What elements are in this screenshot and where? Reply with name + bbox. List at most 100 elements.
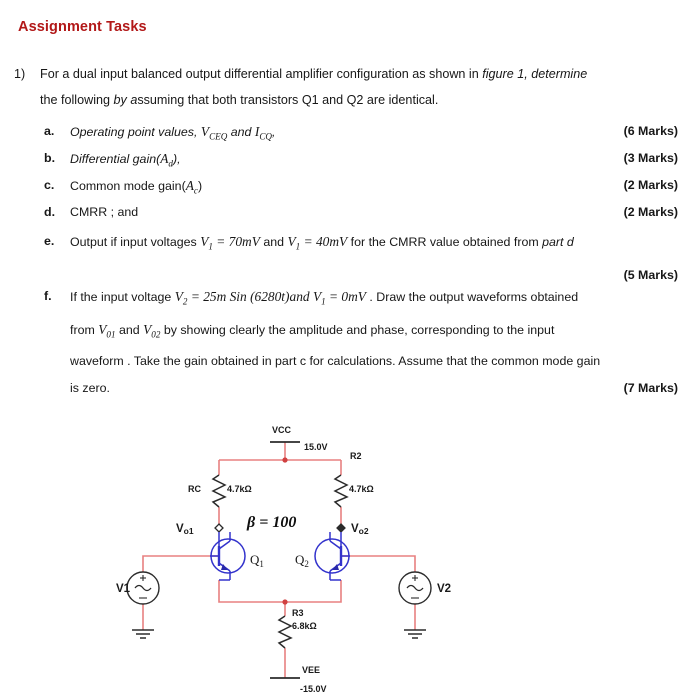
item-c-suffix: ) [197,179,203,193]
item-a-letter: a. [44,124,55,138]
item-e-partd-ref: part d [542,235,574,249]
item-a-i-subscript: CQ [259,131,272,142]
list-item-d: d. CMRR ; and (2 Marks) [44,199,686,226]
item-f-l2a: from [70,322,99,337]
label-vee-value: -15.0V [300,684,327,694]
item-f-l2b: and [115,322,144,337]
item-a-prefix: Operating point values, [70,125,201,139]
circuit-diagram-figure-1: VCC 15.0V -15.0V VEE RC 4.7kΩ R2 4.7kΩ R… [110,420,590,700]
label-beta: β = 100 [246,514,296,531]
junction-dot-vcc [282,457,288,463]
item-f-v2-symbol: V [174,289,183,304]
list-item-c: c. Common mode gain(Ac) (2 Marks) [44,172,686,199]
item-e-t1: Output if input voltages [70,235,201,249]
wire-q2-emitter-to-tail [285,580,342,603]
item-a-v-subscript: CEQ [209,131,228,142]
item-e-t3: for the CMRR value obtained from [347,235,543,249]
item-d-marks: (2 Marks) [623,205,678,219]
label-q2-subscript: 2 [304,559,309,569]
label-rc-name: RC [188,484,201,494]
label-v1: V1 [116,583,131,595]
item-f-v01-subscript: 01 [106,329,116,340]
list-item-b: b. Differential gain(Ad), (3 Marks) [44,145,686,172]
question-1-line-1: 1) For a dual input balanced output diff… [14,61,686,87]
label-rc-value: 4.7kΩ [227,484,252,494]
item-e-letter: e. [44,234,55,248]
label-r2-name: R2 [350,451,362,461]
item-f-marks: (7 Marks) [623,381,678,396]
resistor-rc [211,474,227,508]
wire-v1-to-q1-base [142,555,219,572]
item-f-v01: V01 [98,322,116,340]
item-f-l2c: by showing clearly the amplitude and pha… [160,322,555,337]
item-e-row: e. Output if input voltages V1 = 70mV an… [44,228,686,261]
item-a-v-symbol: V [200,124,210,139]
question-number: 1) [14,67,26,81]
resistor-r2 [333,474,349,508]
ground-symbol-v2 [404,629,426,639]
item-f-l4: is zero. [70,381,110,396]
label-vo1: Vo1 [176,523,194,536]
label-q1-subscript: 1 [259,559,264,569]
list-item-a: a. Operating point values, VCEQ and ICQ,… [44,118,686,145]
sub-items-list: a. Operating point values, VCEQ and ICQ,… [44,118,686,226]
question-1-block: 1) For a dual input balanced output diff… [14,61,686,113]
label-vo2: Vo2 [351,523,369,536]
item-a-mid: and [227,125,255,139]
terminal-vo2 [336,523,346,533]
label-r3-value: 6.8kΩ [292,621,317,631]
item-d-text: CMRR ; and [70,205,139,219]
item-f-line-2: from V01 and V02 by showing clearly the … [70,316,686,349]
item-f-v1: V1 [313,289,326,307]
label-vcc: VCC [272,425,292,435]
label-vo2-subscript: o2 [359,526,369,536]
item-e-text: Output if input voltages V1 = 70mV and V… [70,228,686,261]
q1-line2-part-c: ssuming that both transistors Q1 and Q2 … [137,93,439,107]
item-e-v1: V1 [200,234,213,252]
q1-figure-ref: figure 1, determine [482,67,588,81]
item-f-l1a: If the input voltage [70,290,175,304]
question-1-text-line-2: the following by assuming that both tran… [40,87,686,113]
item-b-ad: Ad [160,151,173,169]
resistor-r3 [277,615,293,649]
list-item-f: f. If the input voltage V2 = 25m Sin (62… [44,283,686,402]
item-c-letter: c. [44,178,55,192]
q1-text-part-a: For a dual input balanced output differe… [40,67,483,81]
item-f-v02: V02 [143,322,160,340]
item-f-and: and [289,289,313,304]
item-d-letter: d. [44,205,56,219]
ground-symbol-v1 [132,629,154,639]
item-a-suffix: , [271,125,276,139]
item-f-v2: V2 [174,289,188,307]
item-f-body: If the input voltage V2 = 25m Sin (6280t… [70,283,686,402]
item-e-v2-symbol: V [287,234,296,249]
assignment-page: Assignment Tasks 1) For a dual input bal… [0,0,700,700]
label-v2: V2 [437,583,451,595]
label-vcc-value: 15.0V [304,442,328,452]
transistor-q1 [210,532,246,581]
label-r2-value: 4.7kΩ [349,484,374,494]
terminal-vo1 [214,523,224,533]
item-b-prefix: Differential gain( [70,152,161,166]
question-1-line-2: the following by assuming that both tran… [14,87,686,113]
question-1-text-line-1: For a dual input balanced output differe… [40,61,686,87]
label-vee: VEE [302,665,320,675]
q1-line2-part-a: the following [40,93,114,107]
list-item-e: e. Output if input voltages V1 = 70mV an… [44,228,686,289]
q1-line2-emph: by a [113,93,138,107]
wire-v2-to-q2-base [341,555,416,572]
transistor-q2 [314,532,350,581]
item-f-letter: f. [44,289,52,303]
item-e-eq1: = 70mV [212,234,260,249]
item-f-line-4: is zero. (7 Marks) [70,375,686,402]
item-f-l1b: . Draw the output waveforms obtained [365,290,579,304]
item-c-a-symbol: A [185,178,194,193]
item-c-marks: (2 Marks) [623,178,678,192]
circuit-svg: VCC 15.0V -15.0V VEE RC 4.7kΩ R2 4.7kΩ R… [116,425,451,694]
label-r3-name: R3 [292,608,304,618]
page-title: Assignment Tasks [18,19,147,35]
item-f-line-1: If the input voltage V2 = 25m Sin (6280t… [70,283,686,316]
item-f-eq2: = 0mV [325,289,366,304]
wire-q1-emitter-to-tail [218,580,285,603]
item-b-suffix: ), [172,152,181,166]
